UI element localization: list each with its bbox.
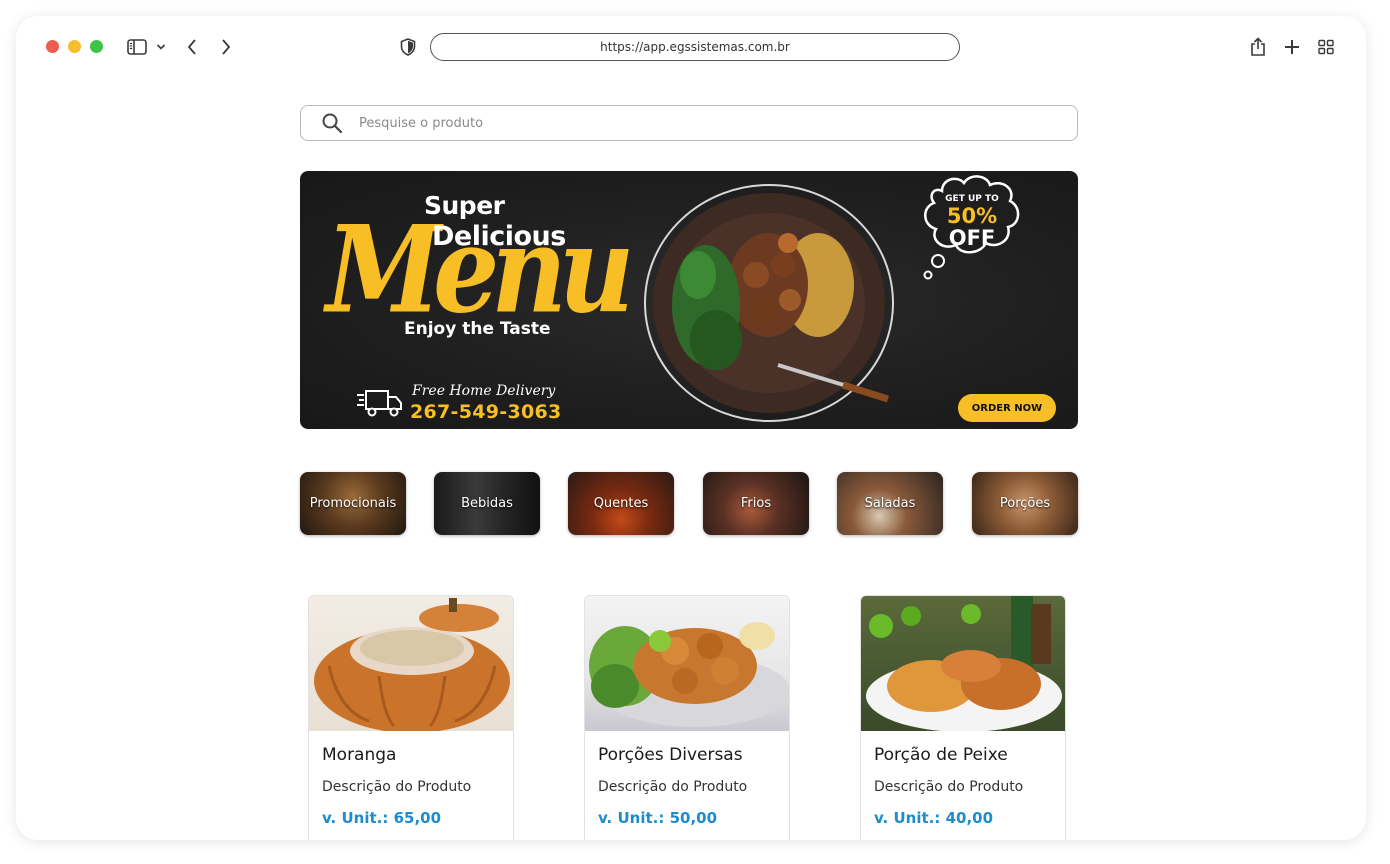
forward-icon[interactable]	[218, 36, 234, 58]
product-price: v. Unit.: 50,00	[598, 809, 718, 827]
url-text: https://app.egssistemas.com.br	[600, 40, 790, 54]
product-description: Descrição do Produto	[598, 779, 748, 795]
category-promocionais[interactable]: Promocionais	[300, 472, 406, 535]
product-name: Porções Diversas	[598, 745, 743, 765]
chevron-down-icon[interactable]	[154, 36, 168, 58]
category-label: Quentes	[593, 496, 649, 511]
product-name: Moranga	[322, 745, 397, 765]
tab-overview-icon[interactable]	[1316, 36, 1336, 58]
back-icon[interactable]	[184, 36, 200, 58]
product-image	[585, 596, 789, 731]
address-bar[interactable]: https://app.egssistemas.com.br	[430, 33, 960, 61]
browser-toolbar: https://app.egssistemas.com.br	[16, 16, 1366, 78]
category-frios[interactable]: Frios	[703, 472, 809, 535]
food-plate-image	[644, 184, 894, 422]
product-image	[309, 596, 513, 731]
banner-line2: Delicious	[432, 221, 566, 252]
close-window-button[interactable]	[46, 40, 59, 53]
product-price: v. Unit.: 40,00	[874, 809, 994, 827]
search-icon	[322, 113, 343, 134]
product-image	[861, 596, 1065, 731]
sidebar-icon[interactable]	[126, 36, 148, 58]
category-quentes[interactable]: Quentes	[568, 472, 674, 535]
discount-badge: GET UP TO 50% OFF	[923, 175, 1020, 280]
category-list: Promocionais Bebidas Quentes Frios Salad…	[300, 472, 1078, 536]
product-card-porcoes-diversas[interactable]: Porções Diversas Descrição do Produto v.…	[584, 595, 790, 840]
category-porcoes[interactable]: Porções	[972, 472, 1078, 535]
product-description: Descrição do Produto	[322, 779, 472, 795]
product-search-bar[interactable]	[300, 105, 1078, 141]
banner-line1: Super	[424, 191, 505, 220]
promo-banner[interactable]: Menu Super Delicious Enjoy the Taste Fre…	[300, 171, 1078, 429]
category-label: Saladas	[864, 496, 916, 511]
browser-window: https://app.egssistemas.com.br Menu Supe…	[16, 16, 1366, 840]
product-list: Moranga Descrição do Produto v. Unit.: 6…	[308, 595, 1068, 840]
category-label: Promocionais	[309, 496, 397, 511]
category-bebidas[interactable]: Bebidas	[434, 472, 540, 535]
product-price: v. Unit.: 65,00	[322, 809, 442, 827]
category-label: Frios	[740, 496, 772, 511]
product-card-moranga[interactable]: Moranga Descrição do Produto v. Unit.: 6…	[308, 595, 514, 840]
promo-top-text: GET UP TO	[945, 194, 999, 204]
promo-value-text: 50%	[947, 204, 997, 228]
maximize-window-button[interactable]	[90, 40, 103, 53]
minimize-window-button[interactable]	[68, 40, 81, 53]
category-label: Bebidas	[461, 496, 513, 511]
delivery-label: Free Home Delivery	[412, 383, 556, 399]
category-label: Porções	[999, 496, 1051, 511]
new-tab-icon[interactable]	[1282, 36, 1302, 58]
banner-tagline: Enjoy the Taste	[404, 319, 551, 339]
delivery-phone: 267-549-3063	[410, 401, 562, 423]
category-saladas[interactable]: Saladas	[837, 472, 943, 535]
product-name: Porção de Peixe	[874, 745, 1008, 765]
product-description: Descrição do Produto	[874, 779, 1024, 795]
promo-off-text: OFF	[949, 226, 996, 250]
delivery-truck-icon	[357, 390, 402, 417]
order-now-button[interactable]: ORDER NOW	[958, 394, 1056, 422]
product-card-porcao-de-peixe[interactable]: Porção de Peixe Descrição do Produto v. …	[860, 595, 1066, 840]
shield-icon[interactable]	[398, 36, 418, 58]
search-input[interactable]	[359, 115, 959, 131]
share-icon[interactable]	[1248, 36, 1268, 58]
